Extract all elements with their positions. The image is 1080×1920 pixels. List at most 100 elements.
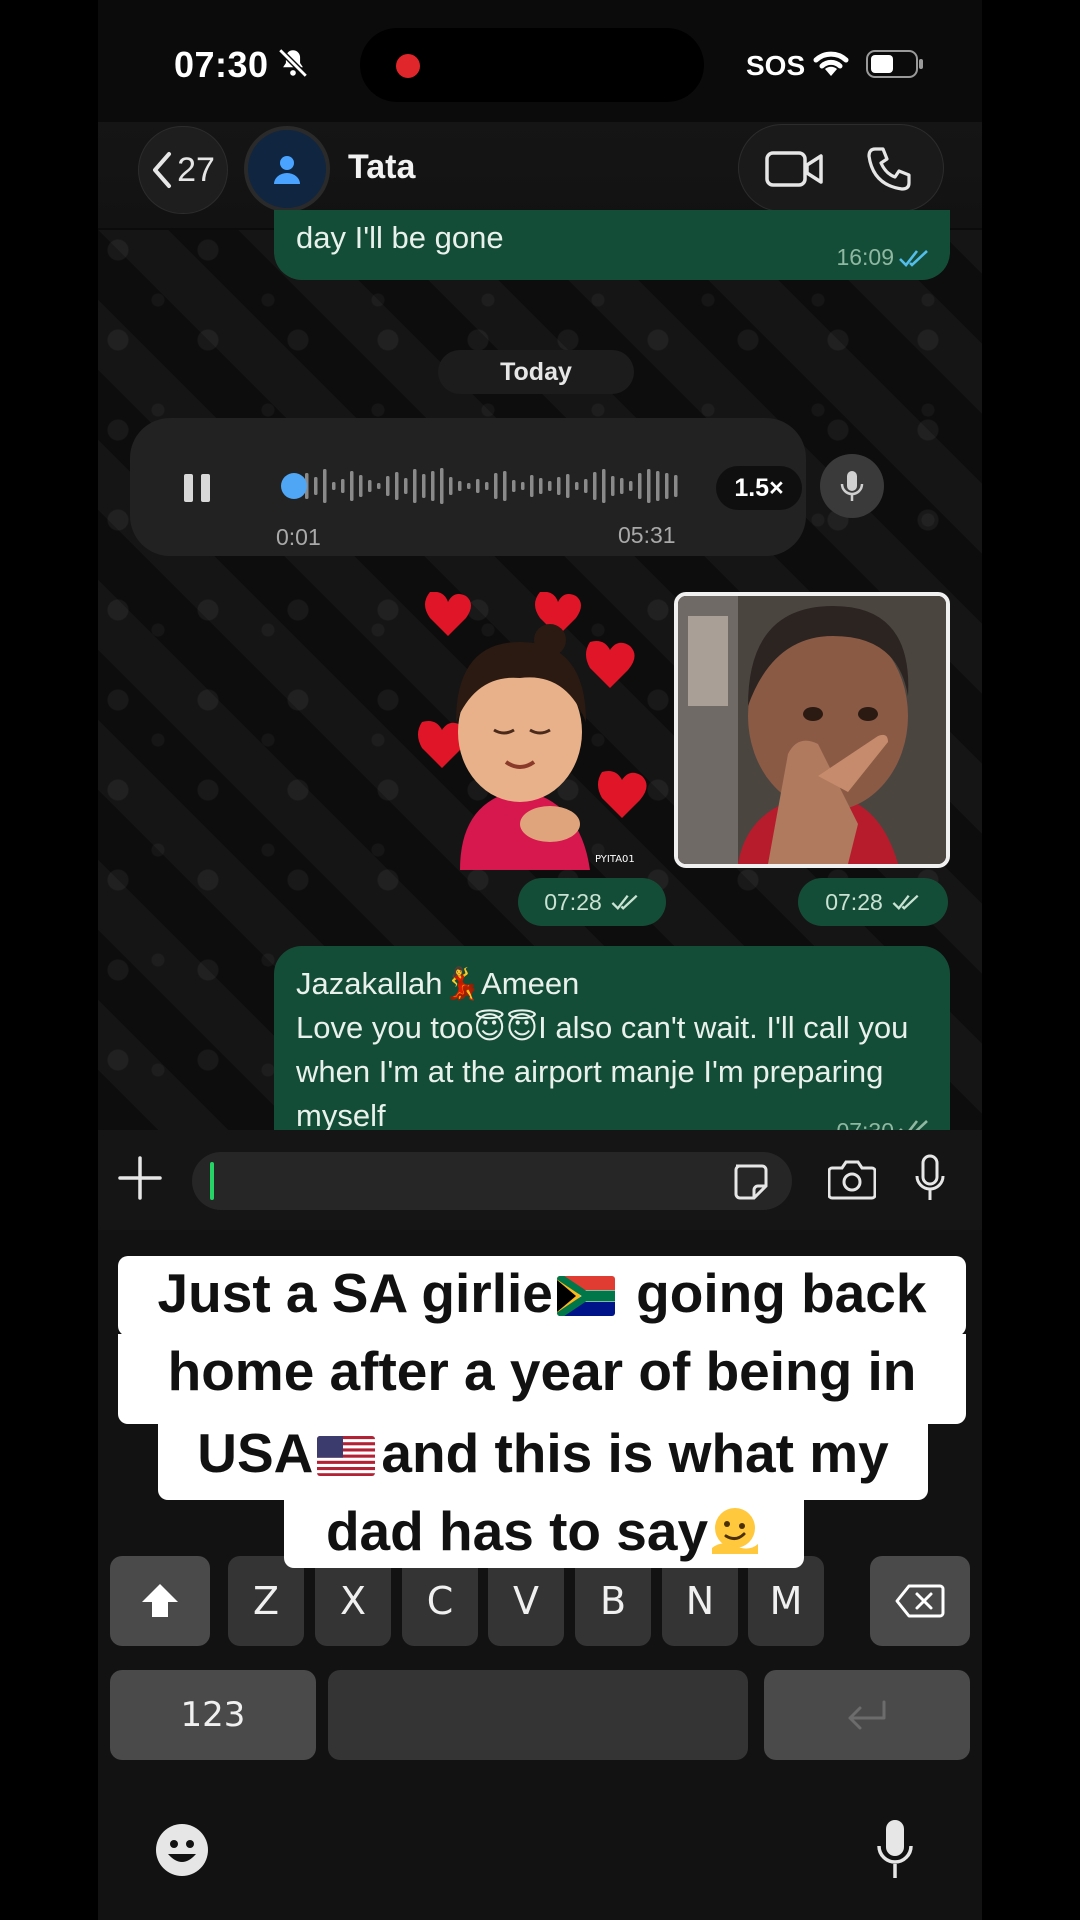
waveform-bar (503, 471, 507, 501)
carrier-label: SOS (746, 50, 806, 81)
waveform-bar (548, 481, 552, 491)
key-m[interactable]: M (748, 1556, 824, 1646)
waveform-bar (629, 481, 633, 491)
waveform-bar (602, 469, 606, 503)
back-button[interactable]: 27 (138, 126, 228, 214)
playback-speed-button[interactable]: 1.5× (716, 466, 802, 510)
waveform-bar (647, 469, 651, 503)
photo-message[interactable] (674, 592, 950, 868)
photo-timestamp: 07:28 (798, 878, 948, 926)
waveform-bar (404, 478, 408, 494)
camera-icon[interactable] (828, 1158, 876, 1200)
read-receipt-icon (899, 250, 928, 267)
pause-icon[interactable] (182, 472, 212, 504)
dictation-microphone-icon[interactable] (876, 1818, 914, 1882)
call-actions (738, 124, 944, 212)
melting-face-icon (712, 1508, 759, 1554)
waveform-bar (656, 471, 660, 501)
read-receipt-icon (611, 894, 638, 911)
caption-line-1: Just a SA girlie going back (118, 1256, 966, 1336)
waveform-bar (440, 468, 444, 504)
video-call-icon[interactable] (765, 147, 823, 191)
wifi-icon (813, 51, 849, 76)
waveform-bar (539, 478, 543, 494)
message-time: 16:09 (836, 244, 894, 270)
message-outgoing[interactable]: day I'll be gone 16:09 (274, 210, 950, 280)
waveform-bar (458, 481, 462, 491)
dynamic-island (360, 28, 704, 102)
message-text: day I'll be gone (296, 220, 504, 255)
return-icon (848, 1700, 886, 1730)
waveform-bar (611, 476, 615, 496)
chevron-left-icon (153, 152, 172, 188)
caption-text: USA (197, 1422, 314, 1484)
waveform-bar (566, 474, 570, 498)
waveform-bar (530, 475, 534, 497)
waveform-bar (584, 479, 588, 493)
waveform-bar (422, 474, 426, 498)
key-z[interactable]: Z (228, 1556, 304, 1646)
key-c[interactable]: C (402, 1556, 478, 1646)
read-receipt-icon (892, 894, 919, 911)
waveform-bar (413, 469, 417, 503)
waveform-bar (386, 476, 390, 496)
voice-waveform[interactable] (280, 464, 690, 508)
backspace-key[interactable] (870, 1556, 970, 1646)
backspace-icon (895, 1584, 945, 1618)
caption-line-2: home after a year of being in (118, 1334, 966, 1424)
svg-text:PYITA01: PYITA01 (595, 854, 635, 865)
key-n[interactable]: N (662, 1556, 738, 1646)
emoji-icon[interactable] (154, 1822, 210, 1878)
waveform-bar (350, 471, 354, 501)
contact-avatar[interactable] (244, 126, 330, 212)
voice-duration: 05:31 (618, 522, 676, 548)
sticker-girl-hearts[interactable]: PYITA01 (390, 592, 650, 870)
date-divider: Today (438, 350, 634, 394)
south-africa-flag-icon (556, 1276, 615, 1316)
unread-count: 27 (177, 150, 215, 189)
message-outgoing[interactable]: Jazakallah💃Ameen Love you too😇😇I also ca… (274, 946, 950, 1132)
recording-indicator-icon (396, 54, 420, 78)
message-time: 07:28 (825, 888, 883, 915)
shift-key[interactable] (110, 1556, 210, 1646)
caption-text: dad has to say (325, 1500, 709, 1562)
waveform-bar (476, 479, 480, 493)
playback-scrubber-knob[interactable] (281, 473, 307, 499)
waveform-bar (377, 483, 381, 489)
phone-screen: 07:30 SOS 27 Tata day I'll be gone 16:09… (98, 0, 982, 1920)
key-b[interactable]: B (575, 1556, 651, 1646)
waveform-bar (575, 482, 579, 490)
waveform-bar (323, 469, 327, 503)
sticker-timestamp: 07:28 (518, 878, 666, 926)
plus-icon[interactable] (118, 1156, 162, 1200)
microphone-icon (840, 471, 864, 501)
waveform-bar (395, 472, 399, 500)
caption-text: Just a SA girlie (157, 1262, 553, 1324)
key-v[interactable]: V (488, 1556, 564, 1646)
waveform-bar (512, 480, 516, 492)
battery-icon (866, 50, 923, 78)
key-x[interactable]: X (315, 1556, 391, 1646)
sticker-icon[interactable] (730, 1162, 770, 1202)
waveform-bar (431, 471, 435, 501)
numbers-key[interactable]: 123 (110, 1670, 316, 1760)
waveform-bar (593, 472, 597, 500)
waveform-bar (314, 477, 318, 495)
waveform-bar (494, 473, 498, 499)
waveform-bar (332, 482, 336, 490)
caption-line-4: dad has to say (284, 1494, 804, 1568)
caption-text: going back (620, 1262, 927, 1324)
usa-flag-icon (317, 1436, 376, 1476)
shift-arrow-icon (142, 1584, 178, 1617)
status-time: 07:30 (174, 44, 269, 85)
contact-name[interactable]: Tata (348, 148, 415, 187)
message-input[interactable] (192, 1152, 792, 1210)
voice-call-icon[interactable] (865, 145, 913, 193)
return-key[interactable] (764, 1670, 970, 1760)
text-caret (210, 1162, 214, 1200)
voice-note-message[interactable]: 0:01 05:31 1.5× (130, 418, 806, 556)
message-text: Jazakallah💃Ameen Love you too😇😇I also ca… (296, 966, 909, 1132)
waveform-bar (521, 482, 525, 490)
space-key[interactable] (328, 1670, 748, 1760)
microphone-icon[interactable] (914, 1154, 946, 1202)
